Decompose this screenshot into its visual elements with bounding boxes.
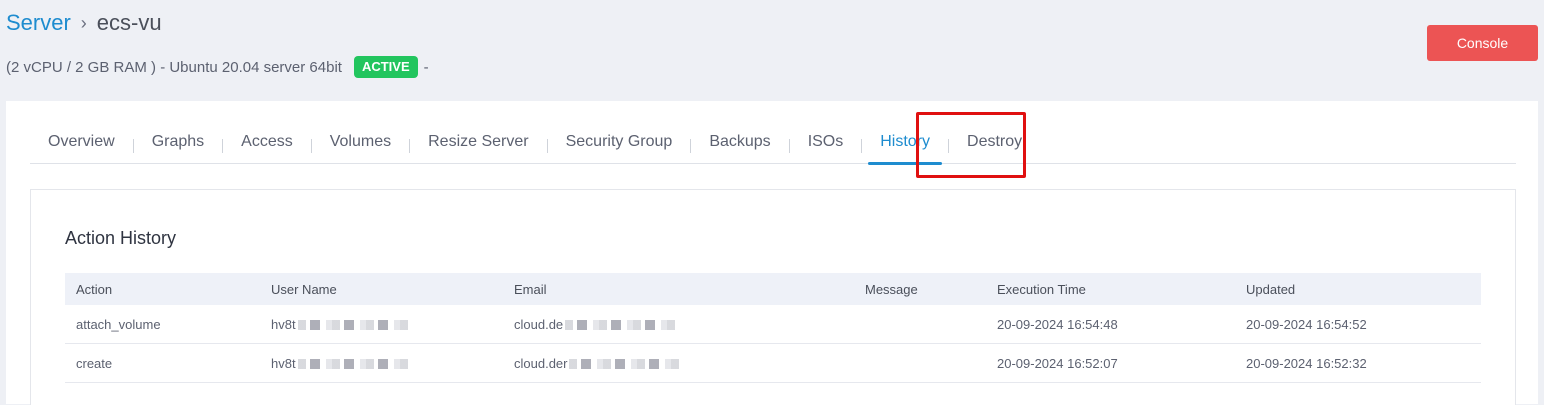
email-text: cloud.de [514,316,564,332]
cell-updated: 20-09-2024 16:54:52 [1235,305,1481,344]
tab-overview[interactable]: Overview [30,123,133,163]
cell-execution-time: 20-09-2024 16:54:48 [986,305,1235,344]
tab-access[interactable]: Access [223,123,311,163]
tab-isos[interactable]: ISOs [790,123,862,163]
highlight-annotation-box [916,112,1026,178]
cell-user-name: hv8t [260,305,503,344]
server-specs: (2 vCPU / 2 GB RAM ) - Ubuntu 20.04 serv… [6,58,342,76]
user-name-text: hv8t [271,355,296,371]
table-header-row: Action User Name Email Message Execution… [65,273,1481,305]
email-text: cloud.der [514,355,568,371]
cell-execution-time: 20-09-2024 16:52:07 [986,343,1235,383]
page-header: Server › ecs-vu [6,8,162,38]
status-badge: ACTIVE [353,56,418,78]
server-detail-card: Overview Graphs Access Volumes Resize Se… [6,101,1538,405]
cell-action: create [65,343,260,383]
column-header-execution-time: Execution Time [997,281,1086,297]
action-history-table: Action User Name Email Message Execution… [65,273,1481,383]
console-button[interactable]: Console [1427,25,1538,61]
tab-security-group[interactable]: Security Group [548,123,691,163]
cell-email: cloud.de [503,305,854,344]
cell-action: attach_volume [65,305,260,344]
column-header-email: Email [514,281,547,297]
tab-backups[interactable]: Backups [691,123,788,163]
page-title: ecs-vu [96,10,162,35]
column-header-action: Action [76,281,113,297]
column-header-user-name: User Name [271,281,337,297]
breadcrumb-server-link[interactable]: Server [6,8,71,38]
cell-message [854,343,986,383]
table-row: attach_volume hv8t cloud.de 20-09-2024 1… [65,305,1481,344]
chevron-right-icon: › [80,13,87,33]
cell-user-name: hv8t [260,343,503,383]
breadcrumb: Server › ecs-vu [6,8,162,38]
column-header-message: Message [865,281,918,297]
action-history-panel: Action History Action User Name Email Me… [30,189,1516,405]
table-row: create hv8t cloud.der 20-09-2024 16:52:0… [65,343,1481,383]
tab-resize-server[interactable]: Resize Server [410,123,546,163]
redacted-text [297,320,408,331]
redacted-text [297,359,408,370]
panel-title: Action History [65,228,177,248]
cell-updated: 20-09-2024 16:52:32 [1235,343,1481,383]
redacted-text [569,359,680,370]
cell-message [854,305,986,344]
tab-bar: Overview Graphs Access Volumes Resize Se… [30,123,1516,165]
tab-volumes[interactable]: Volumes [312,123,409,163]
server-info: (2 vCPU / 2 GB RAM ) - Ubuntu 20.04 serv… [6,56,429,78]
server-info-trailing: - [423,58,429,76]
redacted-text [565,320,676,331]
tab-graphs[interactable]: Graphs [134,123,222,163]
user-name-text: hv8t [271,316,296,332]
cell-email: cloud.der [503,343,854,383]
column-header-updated: Updated [1246,281,1296,297]
